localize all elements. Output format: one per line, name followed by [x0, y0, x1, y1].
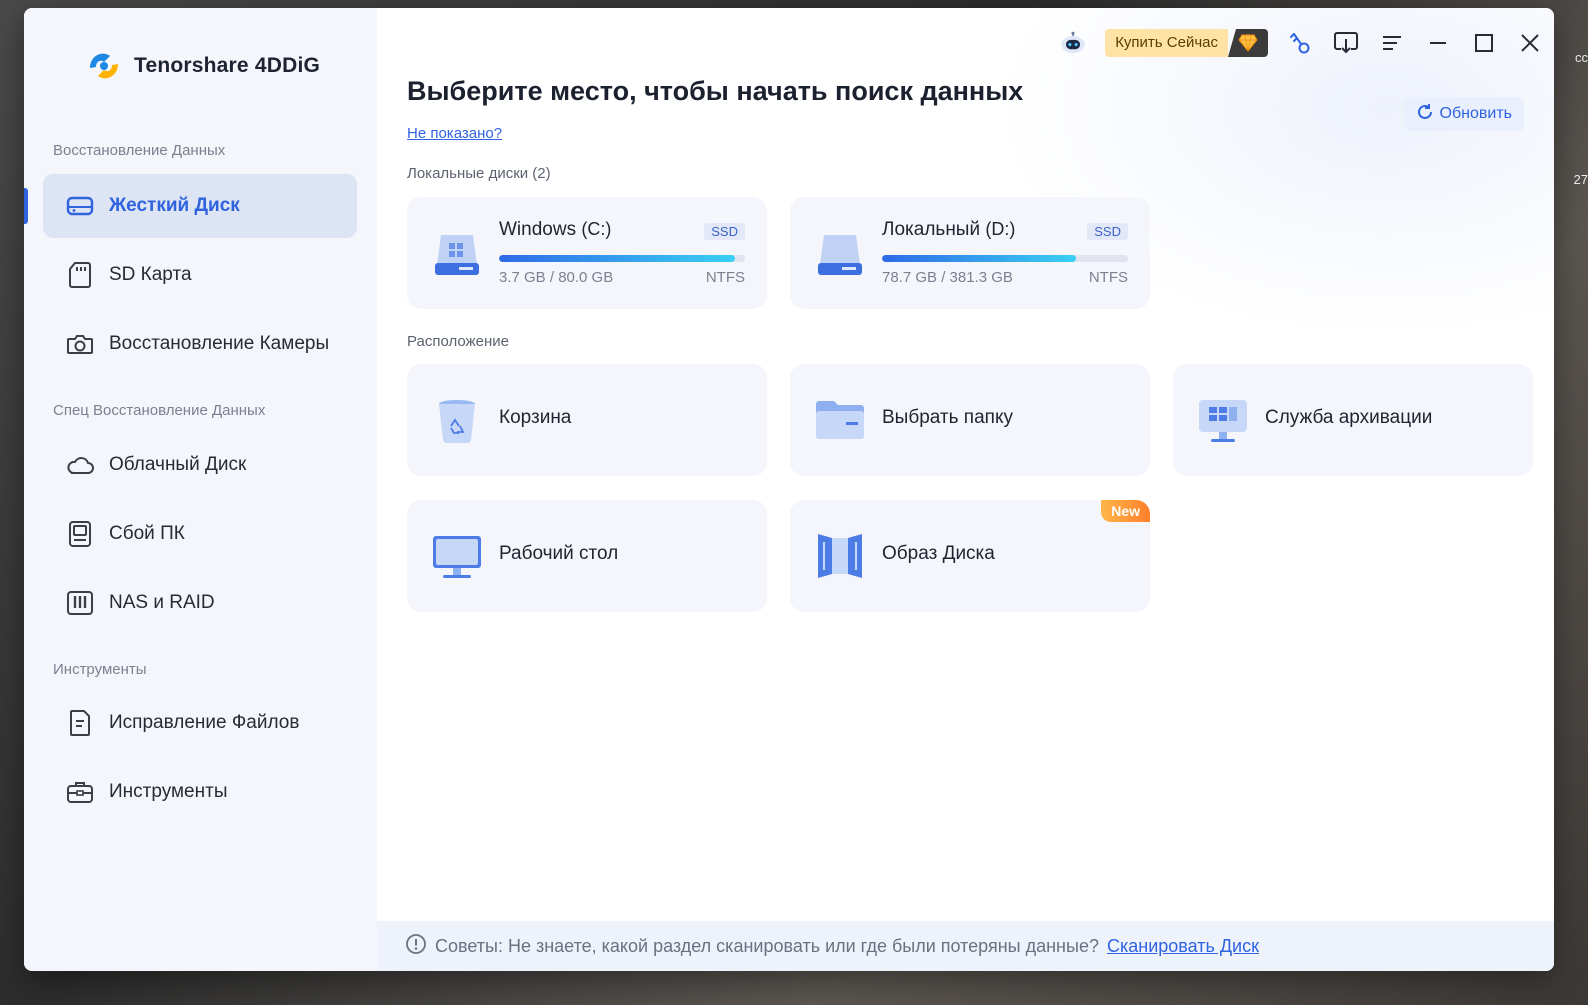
robot-assistant-icon[interactable] — [1059, 29, 1087, 57]
scan-disk-link[interactable]: Сканировать Диск — [1107, 936, 1259, 957]
close-icon[interactable] — [1516, 29, 1544, 57]
sidebar-item-nas-raid[interactable]: NAS и RAID — [43, 571, 357, 635]
file-repair-icon — [65, 708, 95, 738]
location-label: Расположение — [407, 333, 509, 350]
disk-size: 78.7 GB / 381.3 GB — [882, 269, 1013, 286]
nas-raid-icon — [65, 588, 95, 618]
sidebar-item-camera[interactable]: Восстановление Камеры — [43, 312, 357, 376]
sidebar-item-pc-crash[interactable]: Сбой ПК — [43, 502, 357, 566]
active-indicator — [24, 188, 28, 224]
key-icon[interactable] — [1286, 29, 1314, 57]
sd-card-icon — [65, 260, 95, 290]
hard-drive-icon — [812, 225, 868, 281]
disk-usage-fill — [499, 255, 736, 262]
folder-icon — [812, 392, 868, 448]
sidebar-item-label: Исправление Файлов — [109, 712, 300, 733]
sidebar-item-file-repair[interactable]: Исправление Файлов — [43, 691, 357, 755]
disk-drive-letter: (D:) — [985, 219, 1016, 239]
sidebar-item-sd-card[interactable]: SD Карта — [43, 243, 357, 307]
tip-text: Советы: Не знаете, какой раздел сканиров… — [435, 935, 1099, 956]
title-bar: Купить Сейчас — [1059, 18, 1544, 68]
local-disks-label: Локальные диски (2) — [407, 165, 551, 182]
page-title: Выберите место, чтобы начать поиск данны… — [407, 76, 1024, 106]
refresh-label: Обновить — [1439, 105, 1512, 122]
disk-image-icon — [812, 528, 868, 584]
sidebar-item-label: NAS и RAID — [109, 592, 215, 613]
not-shown-link[interactable]: Не показано? — [407, 125, 502, 142]
disk-usage-bar — [499, 255, 745, 262]
location-label: Служба архивации — [1265, 407, 1433, 428]
sidebar-item-tools[interactable]: Инструменты — [43, 760, 357, 824]
location-label: Корзина — [499, 407, 572, 428]
location-card-disk-image[interactable]: Образ Диска New — [790, 500, 1150, 612]
sidebar-item-hard-drive[interactable]: Жесткий Диск — [43, 174, 357, 238]
disk-title: Windows (C:) — [499, 219, 611, 241]
tip-bar: Советы: Не знаете, какой раздел сканиров… — [377, 921, 1554, 971]
hard-drive-icon — [429, 225, 485, 281]
disk-title: Локальный (D:) — [882, 219, 1015, 241]
disk-card-d[interactable]: Локальный (D:) SSD 78.7 GB / 381.3 GB NT… — [790, 197, 1150, 309]
diamond-icon — [1228, 29, 1268, 57]
hard-drive-icon — [65, 191, 95, 221]
brand-logo-icon — [90, 53, 118, 79]
download-icon[interactable] — [1332, 29, 1360, 57]
location-label: Образ Диска — [882, 543, 995, 564]
sidebar: Tenorshare 4DDiG Восстановление Данных Ж… — [24, 8, 377, 971]
location-card-select-folder[interactable]: Выбрать папку — [790, 364, 1150, 476]
buy-now-label: Купить Сейчас — [1105, 29, 1228, 57]
sidebar-item-label: Инструменты — [109, 781, 228, 802]
section-title-special-recovery: Спец Восстановление Данных — [53, 402, 266, 419]
sidebar-item-label: Облачный Диск — [109, 454, 247, 475]
recycle-bin-icon — [429, 392, 485, 448]
info-icon — [405, 933, 427, 960]
refresh-icon — [1416, 103, 1434, 126]
main-panel: Купить Сейчас Выберите место, чтобы нача… — [377, 8, 1554, 971]
disk-size: 3.7 GB / 80.0 GB — [499, 269, 614, 286]
disk-name: Windows — [499, 219, 577, 240]
new-badge: New — [1101, 500, 1150, 522]
maximize-icon[interactable] — [1470, 29, 1498, 57]
sidebar-item-label: Восстановление Камеры — [109, 333, 330, 354]
sidebar-item-label: Жесткий Диск — [109, 195, 240, 216]
menu-icon[interactable] — [1378, 29, 1406, 57]
disk-card-c[interactable]: Windows (C:) SSD 3.7 GB / 80.0 GB NTFS — [407, 197, 767, 309]
ssd-badge: SSD — [704, 223, 745, 240]
desktop-icon — [429, 528, 485, 584]
disk-usage-bar — [882, 255, 1128, 262]
pc-crash-icon — [65, 519, 95, 549]
disk-drive-letter: (C:) — [581, 219, 612, 239]
location-card-recycle-bin[interactable]: Корзина — [407, 364, 767, 476]
sidebar-item-label: SD Карта — [109, 264, 192, 285]
brand: Tenorshare 4DDiG — [84, 46, 320, 86]
buy-now-button[interactable]: Купить Сейчас — [1105, 29, 1268, 57]
sidebar-item-cloud-disk[interactable]: Облачный Диск — [43, 433, 357, 497]
refresh-button[interactable]: Обновить — [1403, 97, 1524, 131]
section-title-data-recovery: Восстановление Данных — [53, 142, 226, 159]
brand-name: Tenorshare 4DDiG — [134, 54, 321, 77]
sidebar-item-label: Сбой ПК — [109, 523, 185, 544]
disk-name: Локальный — [882, 219, 981, 240]
location-card-desktop[interactable]: Рабочий стол — [407, 500, 767, 612]
disk-filesystem: NTFS — [705, 269, 745, 286]
section-title-tools: Инструменты — [53, 661, 147, 678]
disk-filesystem: NTFS — [1088, 269, 1128, 286]
desktop-text: cc — [1575, 50, 1588, 65]
backup-service-icon — [1195, 392, 1251, 448]
toolbox-icon — [65, 777, 95, 807]
ssd-badge: SSD — [1087, 223, 1128, 240]
app-window: Tenorshare 4DDiG Восстановление Данных Ж… — [24, 8, 1554, 971]
minimize-icon[interactable] — [1424, 29, 1452, 57]
desktop-text: 27 — [1573, 172, 1588, 187]
cloud-icon — [65, 450, 95, 480]
location-label: Рабочий стол — [499, 543, 619, 564]
location-label: Выбрать папку — [882, 407, 1013, 428]
disk-usage-fill — [882, 255, 1077, 262]
location-card-backup-service[interactable]: Служба архивации — [1173, 364, 1533, 476]
camera-icon — [65, 329, 95, 359]
